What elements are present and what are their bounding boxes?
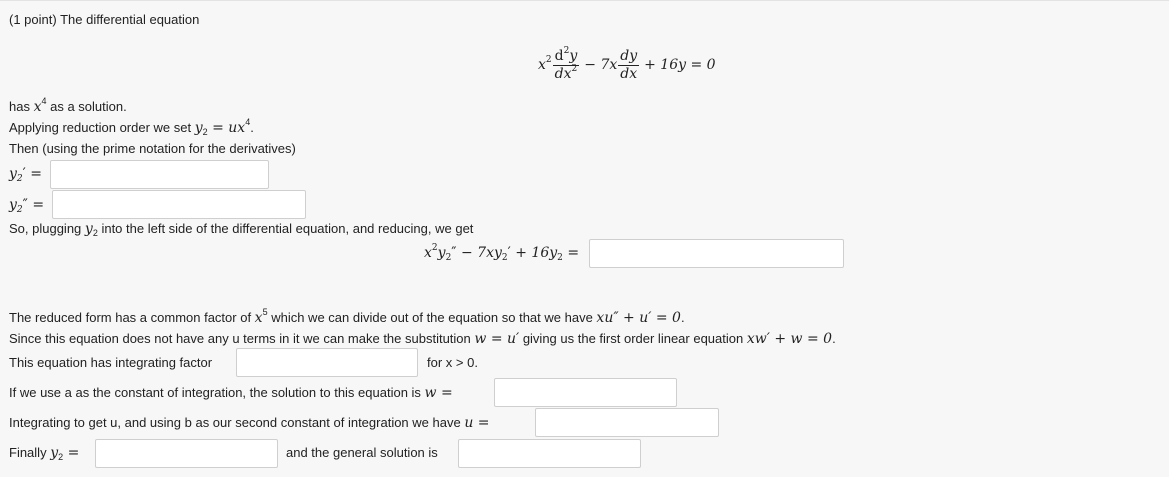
- plugging-statement: So, plugging y2 into the left side of th…: [9, 221, 474, 238]
- eq-x-exp: 2: [545, 55, 552, 65]
- general-solution-input[interactable]: [458, 439, 641, 468]
- y2-double-prime-input[interactable]: [52, 190, 306, 219]
- y2-final-label: Finally y2 =: [9, 445, 80, 462]
- reduced-form-statement: The reduced form has a common factor of …: [9, 307, 685, 327]
- differential-equation: x2 d2y dx2 − 7x dy dx + 16y = 0: [538, 43, 716, 87]
- frac2-dy: dy: [618, 47, 640, 66]
- substitution-statement: Since this equation does not have any u …: [9, 331, 836, 347]
- intro-text: The differential equation: [60, 12, 200, 27]
- w-solution-input[interactable]: [494, 378, 677, 407]
- points-label: (1 point): [9, 12, 57, 27]
- prime-notation-note: Then (using the prime notation for the d…: [9, 141, 296, 156]
- frac2-dx: dx: [620, 65, 638, 82]
- u-solution-input[interactable]: [535, 408, 719, 437]
- frac1-y: y: [569, 47, 578, 64]
- y2-prime-input[interactable]: [50, 160, 269, 189]
- w-solution-label: If we use a as the constant of integrati…: [9, 385, 453, 401]
- reduction-statement: Applying reduction order we set y2 = ux4…: [9, 117, 254, 137]
- u-solution-label: Integrating to get u, and using b as our…: [9, 415, 490, 431]
- solution-statement: has x4 as a solution.: [9, 96, 127, 116]
- eq-tail: + 16y = 0: [644, 57, 716, 73]
- y2-double-prime-label: y2″ =: [9, 197, 45, 215]
- reduced-expression-input[interactable]: [589, 239, 844, 268]
- y2-prime-label: y2′ =: [9, 166, 43, 184]
- frac1-d: d: [554, 47, 564, 64]
- problem-container: (1 point) The differential equation x2 d…: [0, 0, 1169, 477]
- eq-minus-7x: − 7x: [584, 57, 618, 73]
- d2y-dx2-fraction: d2y dx2: [552, 46, 580, 83]
- y2-final-input[interactable]: [95, 439, 278, 468]
- frac1-dx-exp: 2: [571, 63, 578, 74]
- substituted-equation: x2y2″ − 7xy2′ + 16y2 =: [424, 243, 580, 263]
- frac1-dx: dx: [554, 65, 572, 82]
- eq-x: x: [538, 57, 546, 73]
- domain-condition: for x > 0.: [427, 355, 478, 370]
- integrating-factor-label: This equation has integrating factor: [9, 355, 213, 370]
- general-solution-label: and the general solution is: [286, 445, 438, 460]
- dy-dx-fraction: dy dx: [618, 47, 640, 83]
- integrating-factor-input[interactable]: [236, 348, 418, 377]
- problem-header: (1 point) The differential equation: [9, 12, 199, 28]
